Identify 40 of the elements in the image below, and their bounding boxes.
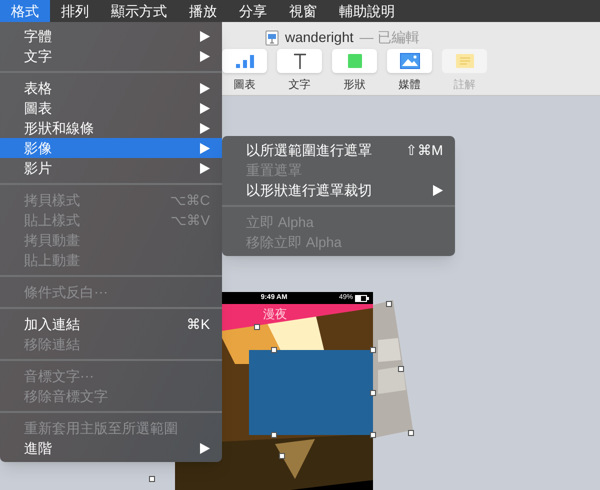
menu-bar-item[interactable]: 格式 (0, 0, 50, 22)
edited-status: — 已編輯 (360, 28, 420, 47)
toolbar-label: 媒體 (398, 78, 420, 93)
menu-bar-item[interactable]: 排列 (50, 0, 100, 22)
menu-item[interactable]: 加入連結 ⌘K (0, 314, 222, 334)
selection-handle (149, 476, 155, 482)
menu-item[interactable]: 文字 (0, 46, 222, 66)
menu-item[interactable]: 圖表 (0, 98, 222, 118)
selection-handle (254, 324, 260, 330)
menu-item[interactable]: 影片 (0, 158, 222, 178)
image-icon (400, 53, 420, 69)
window-title: wanderight (285, 28, 354, 47)
menu-bar-item[interactable]: 輔助說明 (328, 0, 406, 22)
menu-bar-item[interactable]: 顯示方式 (100, 0, 178, 22)
menu-bar-item[interactable]: 分享 (228, 0, 278, 22)
menu-item[interactable]: 字體 (0, 26, 222, 46)
toolbar-label: 圖表 (234, 78, 256, 93)
toolbar-label: 文字 (288, 78, 310, 93)
menu-item[interactable]: 影像 (0, 138, 222, 158)
note-icon (456, 54, 474, 68)
menu-bar-item[interactable]: 視窗 (278, 0, 328, 22)
slide-header: 漫夜 (263, 306, 287, 323)
document-icon (265, 30, 279, 46)
menu-bar-item[interactable]: 播放 (178, 0, 228, 22)
selection-handle (271, 432, 277, 438)
bar-chart-icon (236, 54, 254, 68)
toolbar-label: 形狀 (344, 78, 366, 93)
menu-item[interactable]: 表格 (0, 78, 222, 98)
selection-handle (279, 453, 285, 459)
menu-item[interactable]: 形狀和線條 (0, 118, 222, 138)
menu-item[interactable]: 以所選範圍進行遮罩 ⇧⌘M (222, 140, 455, 160)
battery-icon (355, 294, 369, 302)
toolbar-button[interactable] (277, 49, 322, 73)
menu-item[interactable]: 以形狀進行遮罩裁切 (222, 180, 455, 200)
toolbar-button[interactable] (387, 49, 432, 73)
selection-handle (271, 347, 277, 353)
toolbar-label: 註解 (454, 78, 476, 93)
text-icon (292, 53, 306, 69)
square-icon (348, 54, 362, 68)
menu-item[interactable]: 進階 (0, 438, 222, 458)
